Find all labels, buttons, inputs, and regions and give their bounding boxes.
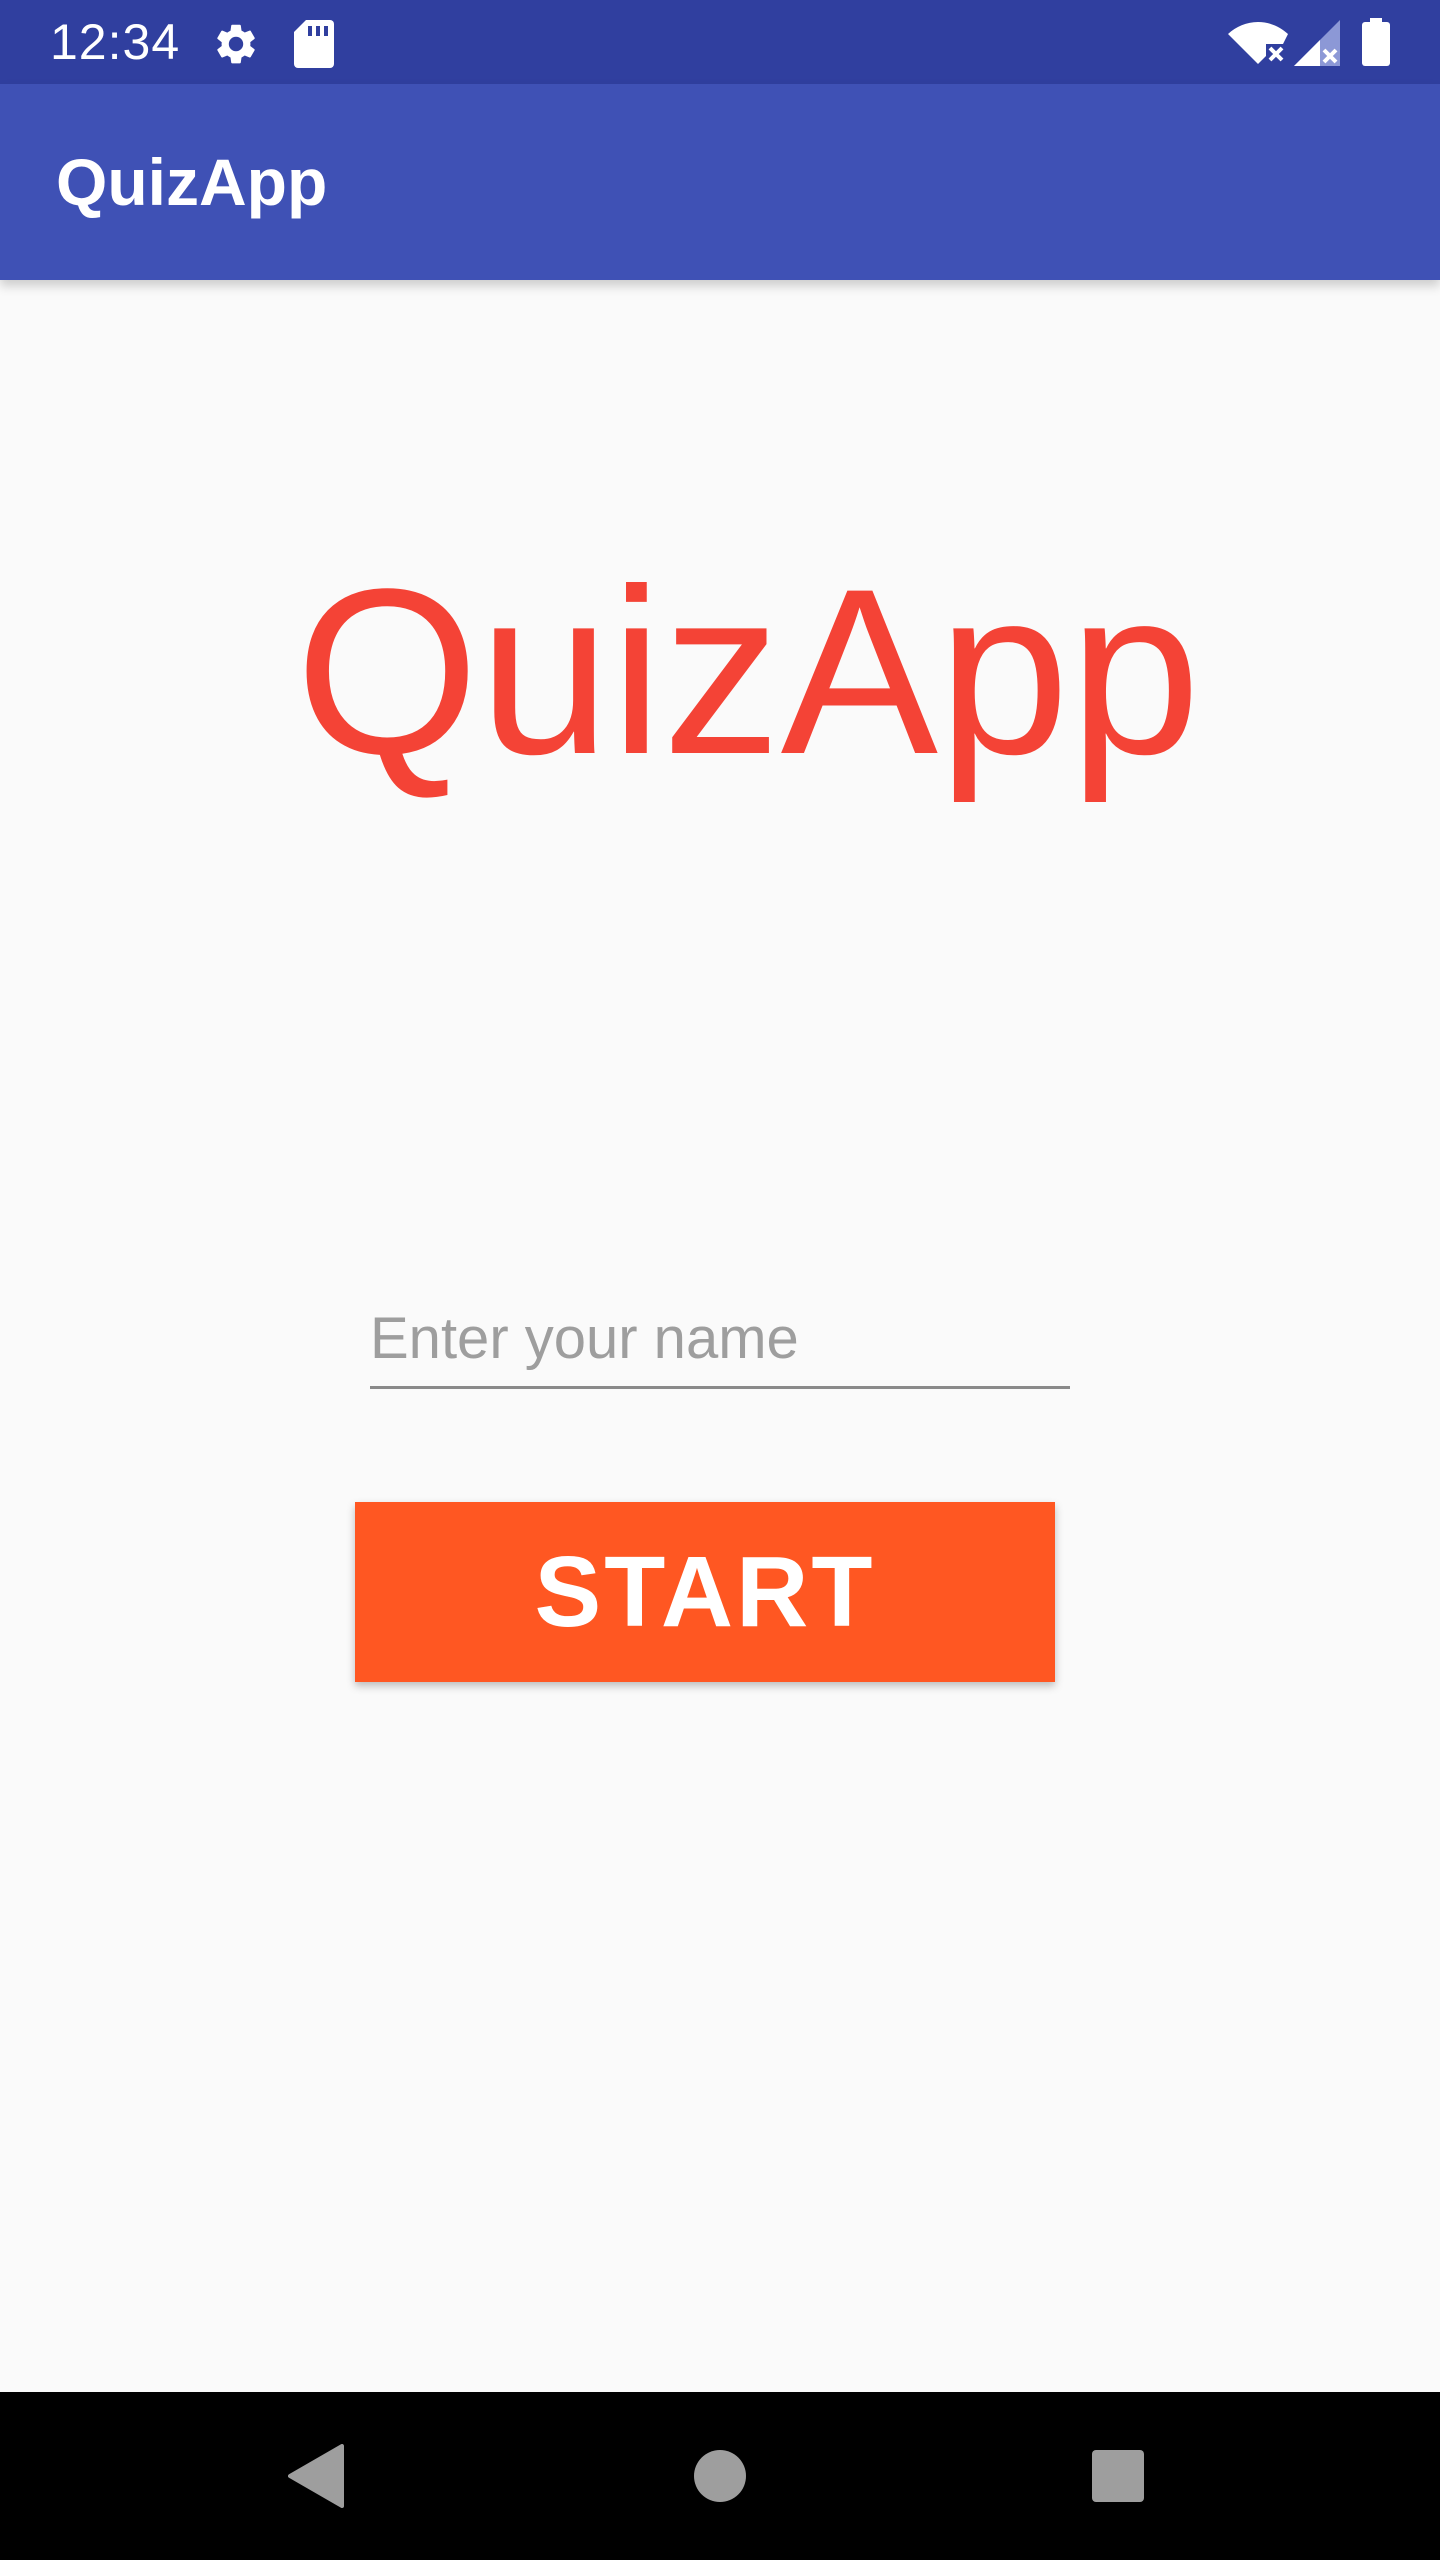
battery-icon xyxy=(1362,18,1390,66)
back-icon[interactable] xyxy=(288,2444,344,2508)
hero-title: QuizApp xyxy=(295,540,1201,804)
status-time: 12:34 xyxy=(50,14,181,70)
start-button[interactable]: START xyxy=(355,1502,1055,1682)
settings-icon xyxy=(217,24,255,64)
home-icon[interactable] xyxy=(694,2450,746,2502)
status-bar: 12:34 xyxy=(0,0,1440,84)
name-field xyxy=(370,1290,1070,1390)
signal-off-icon xyxy=(1294,20,1340,66)
wifi-off-icon xyxy=(1228,22,1288,64)
recents-icon[interactable] xyxy=(1092,2450,1144,2502)
app-bar-title: QuizApp xyxy=(56,145,328,219)
name-input[interactable] xyxy=(370,1290,1070,1389)
sd-card-icon xyxy=(294,20,334,68)
app-bar: QuizApp xyxy=(0,84,1440,280)
main-content: QuizApp START xyxy=(0,280,1440,2392)
navigation-bar xyxy=(0,2392,1440,2560)
